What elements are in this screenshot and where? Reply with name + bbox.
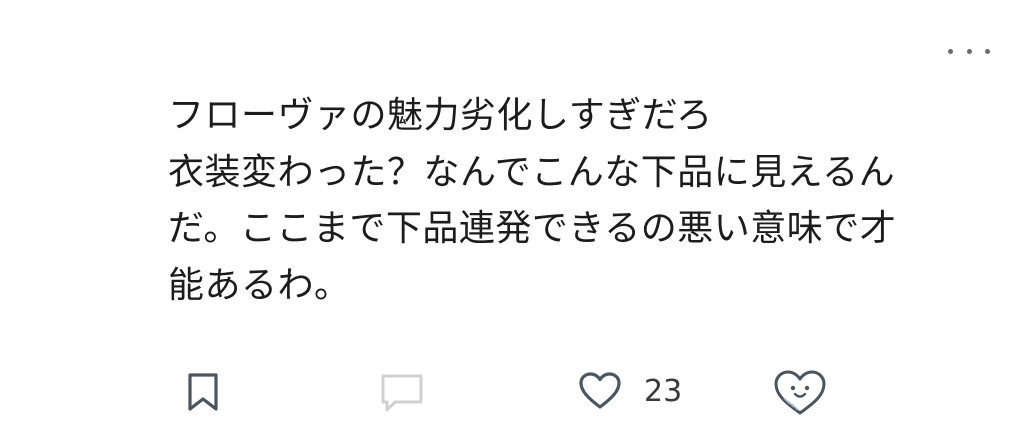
more-dots-icon — [985, 48, 990, 54]
post-text: フローヴァの魅力劣化しすぎだろ 衣装変わった？なんでこんな下品に見えるん だ。こ… — [168, 88, 948, 314]
more-options-button[interactable] — [948, 40, 990, 62]
comment-button — [378, 372, 426, 414]
post-text-line: フローヴァの魅力劣化しすぎだろ — [168, 95, 713, 136]
post-text-line: だ。ここまで下品連発できるの悪い意味で才 — [168, 208, 897, 249]
action-bar: 23 — [0, 366, 1024, 418]
bookmark-icon — [188, 373, 218, 411]
post-text-line: 能あるわ。 — [168, 264, 351, 306]
more-dots-icon — [966, 48, 972, 54]
comment-icon — [381, 374, 423, 412]
bookmark-button[interactable] — [186, 372, 220, 412]
post-text-line: 衣装変わった？なんでこんな下品に見えるん — [168, 151, 896, 193]
heart-face-icon — [774, 370, 826, 415]
like-count: 23 — [644, 373, 683, 409]
more-dots-icon — [948, 48, 953, 54]
heart-icon — [579, 372, 621, 409]
like-button[interactable]: 23 — [578, 371, 682, 411]
reaction-button[interactable] — [772, 368, 828, 418]
post-card: フローヴァの魅力劣化しすぎだろ 衣装変わった？なんでこんな下品に見えるん だ。こ… — [0, 0, 1024, 423]
